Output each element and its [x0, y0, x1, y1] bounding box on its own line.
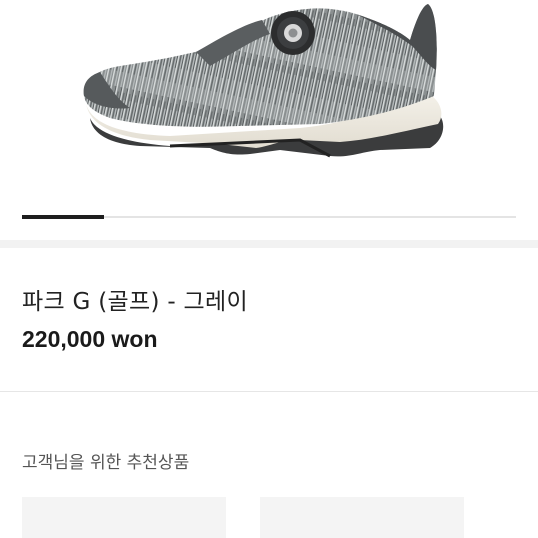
recommended-product-card[interactable]	[260, 497, 464, 538]
divider	[0, 391, 538, 392]
product-title: 파크 G (골프) - 그레이	[22, 289, 248, 315]
recommended-product-card[interactable]	[22, 497, 226, 538]
product-image-gallery[interactable]	[0, 0, 538, 240]
shoe-image	[83, 4, 444, 158]
slide-indicator-active	[22, 215, 104, 219]
section-separator	[0, 240, 538, 248]
recommendations-title: 고객님을 위한 추천상품	[22, 453, 190, 473]
product-price: 220,000 won	[22, 326, 158, 352]
